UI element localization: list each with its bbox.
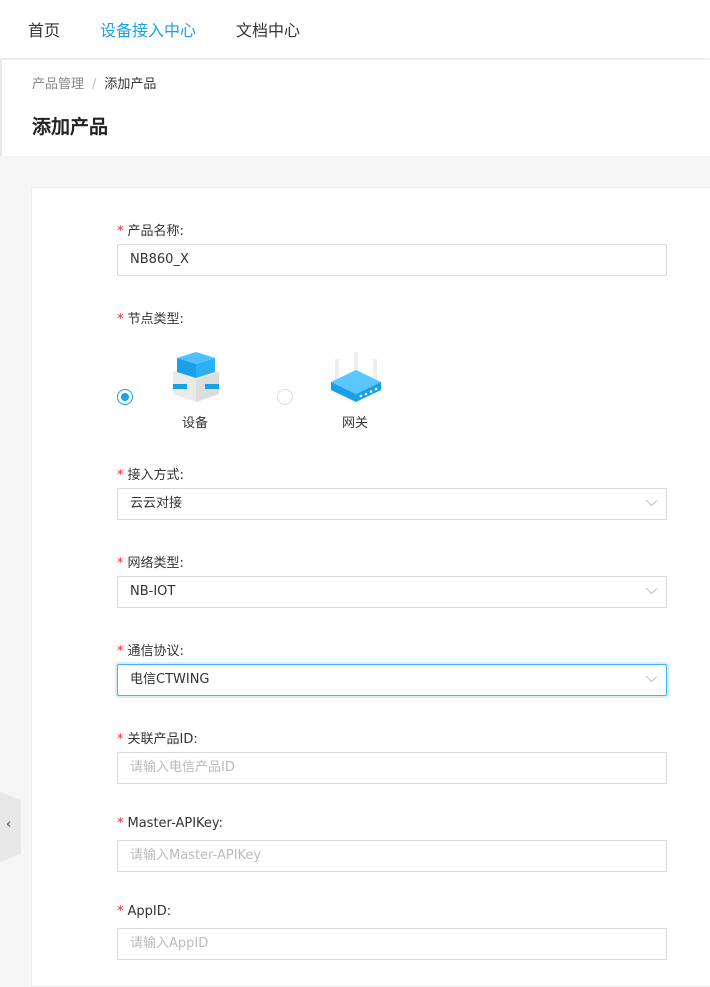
appid-label: * AppID: — [117, 904, 172, 919]
chevron-down-icon — [645, 582, 658, 595]
product-id-label: * 关联产品ID: — [117, 732, 198, 747]
sidebar-collapse-button[interactable]: ‹ — [0, 792, 21, 862]
product-name-label: * 产品名称: — [117, 224, 184, 239]
appid-input[interactable]: 请输入AppID — [117, 928, 667, 960]
product-name-input[interactable]: NB860_X — [117, 244, 667, 276]
nav-home[interactable]: 首页 — [28, 17, 60, 41]
device-icon — [173, 352, 219, 402]
page-title: 添加产品 — [32, 116, 109, 138]
nav-docs-center[interactable]: 文档中心 — [236, 17, 300, 41]
breadcrumb-current: 添加产品 — [104, 77, 157, 92]
protocol-label: * 通信协议: — [117, 644, 184, 659]
node-type-gateway-label: 网关 — [342, 416, 369, 431]
top-nav: 首页 设备接入中心 文档中心 — [0, 0, 710, 58]
master-apikey-label: * Master-APIKey: — [117, 816, 224, 831]
node-type-label: * 节点类型: — [117, 312, 184, 327]
product-id-input[interactable]: 请输入电信产品ID — [117, 752, 667, 784]
node-type-gateway-radio[interactable] — [277, 389, 293, 405]
master-apikey-input[interactable]: 请输入Master-APIKey — [117, 840, 667, 872]
node-type-device-radio[interactable] — [117, 389, 133, 405]
network-type-label: * 网络类型: — [117, 556, 184, 571]
page-header: 产品管理 / 添加产品 添加产品 — [0, 60, 710, 156]
network-type-select[interactable]: NB-IOT — [117, 576, 667, 608]
breadcrumb-separator: / — [92, 77, 97, 92]
breadcrumb: 产品管理 / 添加产品 — [32, 73, 156, 92]
gateway-icon — [331, 352, 381, 402]
access-method-select[interactable]: 云云对接 — [117, 488, 667, 520]
breadcrumb-product-management[interactable]: 产品管理 — [32, 77, 84, 92]
access-method-label: * 接入方式: — [117, 468, 184, 483]
chevron-down-icon — [645, 670, 658, 683]
nav-device-access-center[interactable]: 设备接入中心 — [100, 17, 196, 41]
chevron-left-icon: ‹ — [6, 817, 12, 832]
chevron-down-icon — [645, 494, 658, 507]
node-type-device-label: 设备 — [182, 416, 209, 431]
protocol-select[interactable]: 电信CTWING — [117, 664, 667, 696]
